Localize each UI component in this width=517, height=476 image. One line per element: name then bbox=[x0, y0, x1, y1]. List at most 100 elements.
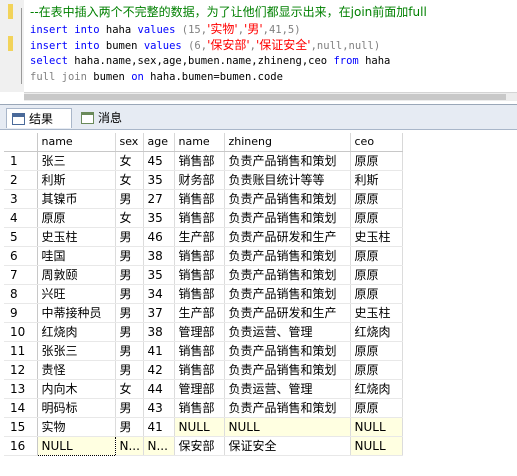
table-row[interactable]: 1 张三女 45 销售部 负责产品销售和策划 原原 bbox=[4, 151, 403, 171]
cell-row-number[interactable]: 12 bbox=[4, 360, 38, 380]
cell-sex[interactable]: 男 bbox=[115, 303, 144, 323]
cell-row-number[interactable]: 3 bbox=[4, 189, 38, 209]
cell-ceo[interactable]: 史玉柱 bbox=[350, 227, 403, 247]
cell-row-number[interactable]: 15 bbox=[4, 417, 38, 437]
cell-row-number[interactable]: 7 bbox=[4, 265, 38, 285]
table-row[interactable]: 15 实物男 41 NULL NULL NULL bbox=[4, 417, 403, 437]
header-zhineng[interactable]: zhineng bbox=[224, 133, 351, 152]
cell-zhineng[interactable]: 负责运营、管理 bbox=[224, 379, 351, 399]
cell-name[interactable]: NULL bbox=[36, 435, 116, 456]
cell-ceo[interactable]: 史玉柱 bbox=[350, 303, 403, 323]
cell-ceo[interactable]: 原原 bbox=[350, 360, 403, 380]
cell-sex[interactable]: 男 bbox=[115, 227, 144, 247]
cell-name[interactable]: 明码标 bbox=[37, 398, 116, 418]
cell-row-number[interactable]: 1 bbox=[4, 151, 38, 171]
cell-sex[interactable]: 男 bbox=[115, 417, 144, 437]
table-row[interactable]: 7 周敦颐男 35 销售部 负责产品销售和策划 原原 bbox=[4, 265, 403, 285]
cell-age[interactable]: 37 bbox=[143, 303, 175, 323]
cell-ceo[interactable]: 原原 bbox=[350, 341, 403, 361]
cell-dept-name[interactable]: 销售部 bbox=[174, 265, 225, 285]
cell-ceo[interactable]: 利斯 bbox=[350, 170, 403, 190]
cell-sex[interactable]: 女 bbox=[115, 151, 144, 171]
cell-row-number[interactable]: 16 bbox=[4, 436, 38, 456]
cell-age[interactable]: 41 bbox=[143, 341, 175, 361]
cell-ceo[interactable]: 原原 bbox=[350, 246, 403, 266]
cell-row-number[interactable]: 2 bbox=[4, 170, 38, 190]
table-row[interactable]: 3 其镍币男 27 销售部 负责产品销售和策划 原原 bbox=[4, 189, 403, 209]
cell-dept-name[interactable]: NULL bbox=[174, 417, 225, 437]
cell-zhineng[interactable]: NULL bbox=[224, 417, 351, 437]
cell-dept-name[interactable]: 销售部 bbox=[174, 208, 225, 228]
cell-name[interactable]: 哇国 bbox=[37, 246, 116, 266]
cell-zhineng[interactable]: 负责产品销售和策划 bbox=[224, 151, 351, 171]
header-age[interactable]: age bbox=[143, 133, 175, 152]
cell-row-number[interactable]: 9 bbox=[4, 303, 38, 323]
cell-zhineng[interactable]: 负责产品销售和策划 bbox=[224, 284, 351, 304]
editor-horizontal-scrollbar[interactable] bbox=[24, 92, 517, 101]
table-row[interactable]: 4 原原女 35 销售部 负责产品销售和策划 原原 bbox=[4, 208, 403, 228]
cell-sex[interactable]: N... bbox=[115, 436, 144, 456]
header-dept-name[interactable]: name bbox=[174, 133, 225, 152]
cell-row-number[interactable]: 11 bbox=[4, 341, 38, 361]
cell-ceo[interactable]: 红烧肉 bbox=[350, 322, 403, 342]
cell-dept-name[interactable]: 销售部 bbox=[174, 284, 225, 304]
table-row[interactable]: 13 内向木女 44 管理部 负责运营、管理 红烧肉 bbox=[4, 379, 403, 399]
cell-row-number[interactable]: 4 bbox=[4, 208, 38, 228]
cell-zhineng[interactable]: 负责产品销售和策划 bbox=[224, 360, 351, 380]
cell-ceo[interactable]: 原原 bbox=[350, 208, 403, 228]
cell-age[interactable]: 38 bbox=[143, 246, 175, 266]
cell-sex[interactable]: 女 bbox=[115, 208, 144, 228]
table-row[interactable]: 8 兴旺男 34 销售部 负责产品销售和策划 原原 bbox=[4, 284, 403, 304]
cell-age[interactable]: 43 bbox=[143, 398, 175, 418]
cell-row-number[interactable]: 5 bbox=[4, 227, 38, 247]
cell-dept-name[interactable]: 管理部 bbox=[174, 322, 225, 342]
cell-age[interactable]: 46 bbox=[143, 227, 175, 247]
table-row[interactable]: 10 红烧肉男 38 管理部 负责运营、管理 红烧肉 bbox=[4, 322, 403, 342]
table-row[interactable]: 2 利斯女 35 财务部 负责账目统计等等 利斯 bbox=[4, 170, 403, 190]
cell-zhineng[interactable]: 负责产品研发和生产 bbox=[224, 303, 351, 323]
cell-row-number[interactable]: 14 bbox=[4, 398, 38, 418]
header-sex[interactable]: sex bbox=[115, 133, 144, 152]
cell-dept-name[interactable]: 管理部 bbox=[174, 379, 225, 399]
table-row[interactable]: 16 NULL N... N... 保安部 保证安全 NULL bbox=[4, 435, 403, 456]
cell-sex[interactable]: 男 bbox=[115, 341, 144, 361]
cell-dept-name[interactable]: 销售部 bbox=[174, 189, 225, 209]
cell-sex[interactable]: 男 bbox=[115, 398, 144, 418]
cell-age[interactable]: 27 bbox=[143, 189, 175, 209]
cell-dept-name[interactable]: 销售部 bbox=[174, 398, 225, 418]
cell-age[interactable]: 42 bbox=[143, 360, 175, 380]
cell-age[interactable]: 45 bbox=[143, 151, 175, 171]
cell-row-number[interactable]: 10 bbox=[4, 322, 38, 342]
cell-name[interactable]: 红烧肉 bbox=[37, 322, 116, 342]
cell-dept-name[interactable]: 生产部 bbox=[174, 303, 225, 323]
cell-row-number[interactable]: 13 bbox=[4, 379, 38, 399]
table-row[interactable]: 5 史玉柱男 46 生产部 负责产品研发和生产 史玉柱 bbox=[4, 227, 403, 247]
cell-row-number[interactable]: 6 bbox=[4, 246, 38, 266]
cell-sex[interactable]: 男 bbox=[115, 360, 144, 380]
table-row[interactable]: 12 责怪男 42 销售部 负责产品销售和策划 原原 bbox=[4, 360, 403, 380]
cell-age[interactable]: 35 bbox=[143, 265, 175, 285]
header-row-number[interactable] bbox=[4, 133, 38, 152]
cell-name[interactable]: 其镍币 bbox=[37, 189, 116, 209]
cell-name[interactable]: 周敦颐 bbox=[37, 265, 116, 285]
cell-name[interactable]: 内向木 bbox=[37, 379, 116, 399]
cell-zhineng[interactable]: 负责账目统计等等 bbox=[224, 170, 351, 190]
header-ceo[interactable]: ceo bbox=[350, 133, 403, 152]
table-row[interactable]: 11 张张三男 41 销售部 负责产品销售和策划 原原 bbox=[4, 341, 403, 361]
cell-name[interactable]: 兴旺 bbox=[37, 284, 116, 304]
cell-zhineng[interactable]: 负责产品销售和策划 bbox=[224, 265, 351, 285]
cell-zhineng[interactable]: 负责产品销售和策划 bbox=[224, 246, 351, 266]
cell-zhineng[interactable]: 负责产品销售和策划 bbox=[224, 208, 351, 228]
cell-name[interactable]: 利斯 bbox=[37, 170, 116, 190]
results-grid[interactable]: name sex age name zhineng ceo 1 张三女 45 销售部负… bbox=[4, 133, 403, 456]
cell-zhineng[interactable]: 负责运营、管理 bbox=[224, 322, 351, 342]
cell-age[interactable]: 41 bbox=[143, 417, 175, 437]
cell-ceo[interactable]: NULL bbox=[350, 417, 403, 437]
cell-sex[interactable]: 男 bbox=[115, 284, 144, 304]
cell-dept-name[interactable]: 销售部 bbox=[174, 151, 225, 171]
table-row[interactable]: 9 中蒂接种员男 37 生产部 负责产品研发和生产 史玉柱 bbox=[4, 303, 403, 323]
tab-messages[interactable]: 消息 bbox=[76, 108, 138, 128]
cell-name[interactable]: 责怪 bbox=[37, 360, 116, 380]
cell-ceo[interactable]: 原原 bbox=[350, 151, 403, 171]
table-row[interactable]: 6 哇国男 38 销售部 负责产品销售和策划 原原 bbox=[4, 246, 403, 266]
